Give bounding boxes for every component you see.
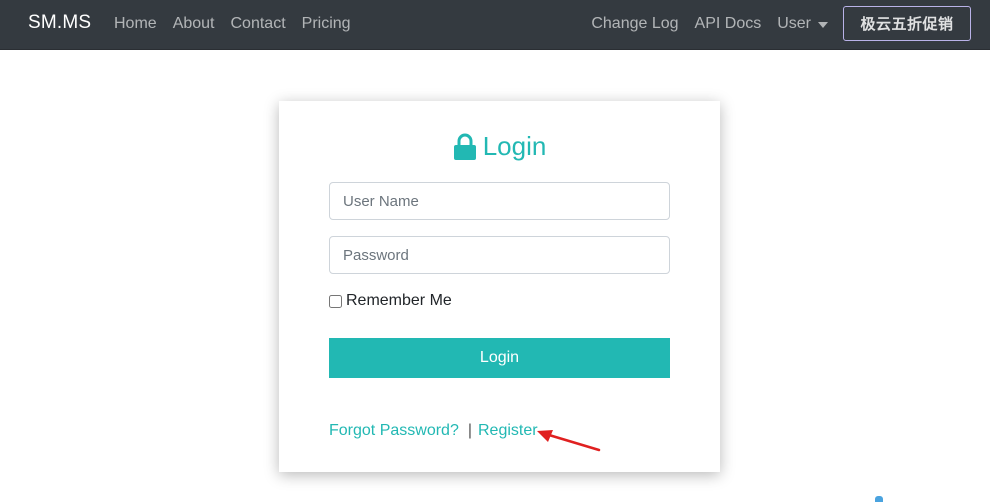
brand-logo[interactable]: SM.MS — [28, 12, 91, 34]
nav-link-pricing[interactable]: Pricing — [302, 14, 351, 34]
login-title: Login — [482, 131, 547, 161]
nav-left: Home About Contact Pricing — [114, 14, 351, 34]
remember-me-checkbox[interactable] — [329, 294, 342, 308]
nav-link-api-docs[interactable]: API Docs — [695, 14, 762, 34]
promo-button[interactable]: 极云五折促销 — [843, 6, 971, 41]
caret-down-icon — [818, 22, 828, 28]
login-card: Login Remember Me Login Forgot Password?… — [279, 101, 720, 472]
navbar: SM.MS Home About Contact Pricing Change … — [0, 0, 990, 50]
nav-link-about[interactable]: About — [173, 14, 215, 34]
corner-decoration — [875, 496, 883, 502]
register-link[interactable]: Register — [478, 422, 538, 440]
red-arrow-icon — [537, 430, 601, 452]
forgot-password-link[interactable]: Forgot Password? — [329, 422, 459, 440]
remember-me[interactable]: Remember Me — [329, 292, 452, 310]
login-heading: Login — [279, 131, 720, 162]
remember-me-label: Remember Me — [346, 292, 452, 309]
password-input[interactable] — [329, 236, 670, 274]
link-separator: | — [467, 422, 472, 439]
user-dropdown[interactable]: User — [777, 14, 828, 34]
auth-links: Forgot Password? | Register — [329, 422, 538, 440]
nav-link-contact[interactable]: Contact — [231, 14, 286, 34]
username-input[interactable] — [329, 182, 670, 220]
nav-link-home[interactable]: Home — [114, 14, 157, 34]
nav-link-change-log[interactable]: Change Log — [591, 14, 678, 34]
lock-icon — [453, 133, 476, 160]
user-dropdown-label: User — [777, 15, 811, 32]
login-button[interactable]: Login — [329, 338, 670, 378]
nav-right: Change Log API Docs User — [591, 14, 828, 34]
